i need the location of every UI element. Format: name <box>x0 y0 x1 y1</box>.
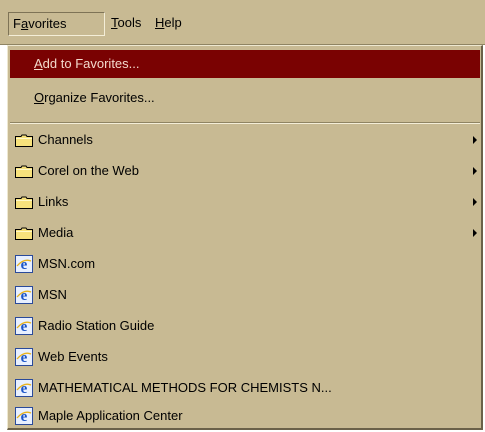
menu-tools-text-post: ools <box>117 15 142 30</box>
favorites-dropdown-menu: Add to Favorites... Organize Favorites..… <box>7 45 483 430</box>
menu-item-link-msn[interactable]: e MSN <box>10 281 480 309</box>
link-label: Radio Station Guide <box>38 318 155 333</box>
link-label: MATHEMATICAL METHODS FOR CHEMISTS N... <box>38 380 332 395</box>
svg-text:e: e <box>21 350 28 366</box>
menu-bar: Favorites Tools Help <box>0 0 485 45</box>
menu-item-link-radio-station-guide[interactable]: e Radio Station Guide <box>10 312 480 340</box>
add-to-favorites-label: Add to Favorites... <box>34 56 140 71</box>
svg-text:e: e <box>21 257 28 273</box>
menu-favorites-text-post: vorites <box>28 16 67 31</box>
menu-item-folder-media[interactable]: Media <box>10 219 480 247</box>
menu-item-folder-channels[interactable]: Channels <box>10 126 480 154</box>
folder-icon <box>15 196 33 209</box>
link-label: Web Events <box>38 349 108 364</box>
submenu-arrow-icon <box>473 198 477 206</box>
svg-text:e: e <box>21 288 28 304</box>
menu-item-add-to-favorites[interactable]: Add to Favorites... <box>10 50 480 78</box>
svg-text:e: e <box>21 381 28 397</box>
folder-label: Channels <box>38 132 93 147</box>
menu-item-link-web-events[interactable]: e Web Events <box>10 343 480 371</box>
link-label: MSN <box>38 287 67 302</box>
menu-item-folder-corel-on-the-web[interactable]: Corel on the Web <box>10 157 480 185</box>
menu-favorites[interactable]: Favorites <box>8 12 105 36</box>
submenu-arrow-icon <box>473 229 477 237</box>
link-label: MSN.com <box>38 256 96 271</box>
folder-label: Corel on the Web <box>38 163 139 178</box>
internet-explorer-icon: e <box>15 255 33 273</box>
folder-icon <box>15 227 33 240</box>
submenu-arrow-icon <box>473 167 477 175</box>
menu-help-text-post: elp <box>164 15 182 30</box>
folder-label: Media <box>38 225 74 240</box>
folder-icon <box>15 134 33 147</box>
menu-item-organize-favorites[interactable]: Organize Favorites... <box>10 84 480 112</box>
menu-item-link-maple-application-center[interactable]: e Maple Application Center <box>10 402 480 430</box>
folder-icon <box>15 165 33 178</box>
svg-text:e: e <box>21 319 28 335</box>
folder-label: Links <box>38 194 69 209</box>
menu-item-link-mathematical-methods[interactable]: e MATHEMATICAL METHODS FOR CHEMISTS N... <box>10 374 480 402</box>
internet-explorer-icon: e <box>15 348 33 366</box>
internet-explorer-icon: e <box>15 317 33 335</box>
submenu-arrow-icon <box>473 136 477 144</box>
internet-explorer-icon: e <box>15 407 33 425</box>
organize-favorites-label: Organize Favorites... <box>34 90 155 105</box>
internet-explorer-icon: e <box>15 286 33 304</box>
menu-item-link-msn-com[interactable]: e MSN.com <box>10 250 480 278</box>
menu-item-folder-links[interactable]: Links <box>10 188 480 216</box>
menu-help-accelerator: H <box>155 15 165 30</box>
menu-favorites-text-pre: F <box>13 16 21 31</box>
internet-explorer-icon: e <box>15 379 33 397</box>
svg-text:e: e <box>21 409 28 425</box>
menu-tools[interactable]: Tools <box>107 12 145 34</box>
menu-help[interactable]: Help <box>151 12 186 34</box>
menu-separator <box>10 122 480 124</box>
link-label: Maple Application Center <box>38 408 183 423</box>
